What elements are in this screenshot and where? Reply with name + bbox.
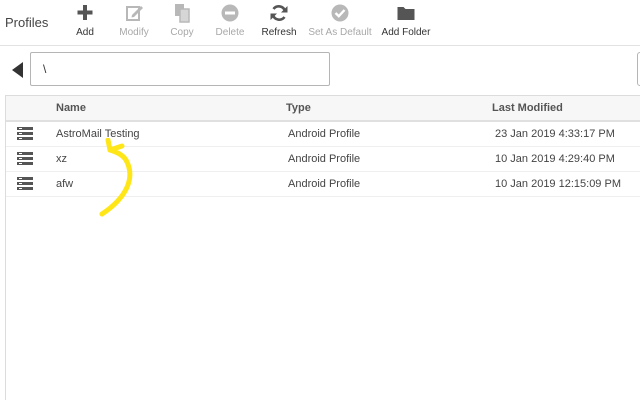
modify-button[interactable]: Modify [114,3,154,43]
row-name: AstroMail Testing [56,128,140,140]
delete-button-label: Delete [215,27,245,38]
add-folder-button[interactable]: Add Folder [379,3,433,43]
plus-icon [77,5,93,20]
set-as-default-button[interactable]: Set As Default [306,3,374,43]
refresh-button-label: Refresh [261,27,297,38]
toolbar: Profiles Add Modify Copy Delete Refresh … [0,0,640,46]
copy-button[interactable]: Copy [166,3,198,43]
column-header-type[interactable]: Type [286,102,311,114]
minus-circle-icon [221,4,239,22]
copy-icon [175,4,190,23]
column-header-name[interactable]: Name [56,102,86,114]
refresh-icon [270,5,288,21]
profiles-table: Name Type Last Modified AstroMail Testin… [5,95,640,400]
add-button[interactable]: Add [70,3,100,43]
table-row[interactable]: afw Android Profile 10 Jan 2019 12:15:09… [6,172,640,197]
row-type: Android Profile [288,178,361,190]
modify-button-label: Modify [119,27,149,38]
row-type: Android Profile [288,128,361,140]
row-type: Android Profile [288,153,361,165]
profile-icon [17,177,33,190]
table-row[interactable]: AstroMail Testing Android Profile 23 Jan… [6,122,640,147]
add-folder-button-label: Add Folder [381,27,431,38]
refresh-button[interactable]: Refresh [259,3,299,43]
profile-icon [17,127,33,140]
add-button-label: Add [76,27,94,38]
column-header-last-modified[interactable]: Last Modified [492,102,563,114]
row-modified: 10 Jan 2019 12:15:09 PM [495,178,621,190]
table-header: Name Type Last Modified [6,96,640,122]
table-row[interactable]: xz Android Profile 10 Jan 2019 4:29:40 P… [6,147,640,172]
copy-button-label: Copy [170,27,194,38]
profile-icon [17,152,33,165]
page-title: Profiles [5,15,49,30]
check-circle-icon [331,4,349,22]
row-modified: 23 Jan 2019 4:33:17 PM [495,128,615,140]
delete-button[interactable]: Delete [214,3,246,43]
row-modified: 10 Jan 2019 4:29:40 PM [495,153,615,165]
path-input[interactable] [30,52,330,86]
set-as-default-button-label: Set As Default [308,27,372,38]
row-name: afw [56,178,74,190]
back-arrow-icon[interactable] [11,61,25,79]
folder-icon [397,7,415,20]
row-name: xz [56,153,67,165]
edit-icon [126,6,143,21]
